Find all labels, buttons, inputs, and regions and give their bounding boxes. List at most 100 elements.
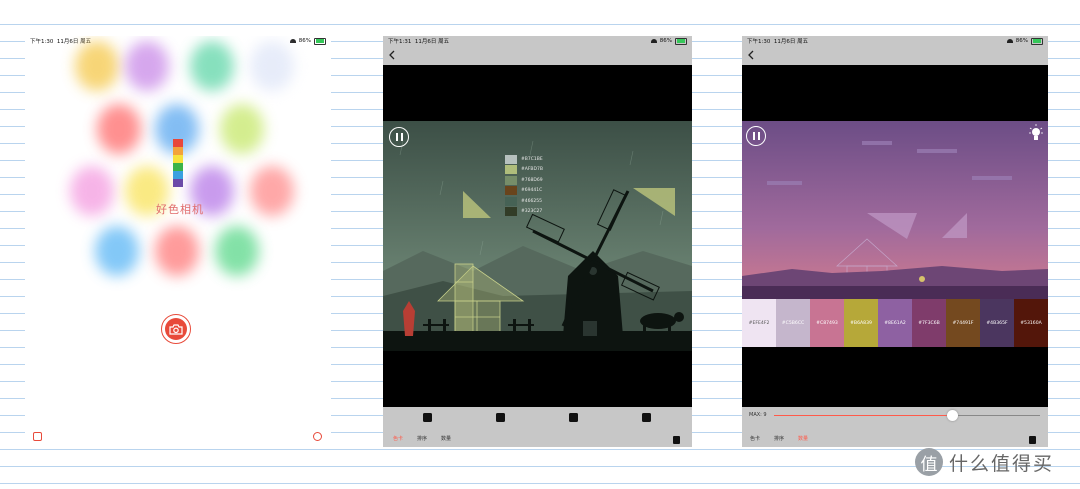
color-blob [155,226,199,276]
battery-icon [1031,37,1043,45]
save-icon[interactable] [1029,436,1036,444]
swatch-hex-label: #466255 [521,198,542,204]
tab-count[interactable]: 数量 [441,435,451,442]
tab-bar: 色卡 排序 数量 [383,435,692,443]
swatch-row: #AFBD7B [505,165,543,175]
purple-scene-image [742,121,1048,299]
app-logo-icon [173,139,183,187]
card-style-4-icon[interactable] [642,413,651,422]
card-style-2-icon[interactable] [496,413,505,422]
bottom-toolbar: 色卡 排序 数量 [383,407,692,447]
nav-bar: 下午1:30 11月6日 周五 86% [742,36,1048,65]
tab-sort[interactable]: 排序 [774,435,784,442]
swatch-color [505,196,517,206]
phone-screen-colorcard: 下午1:31 11月6日 周五 86% #B7C1BE #AFBD7B #768… [383,36,692,447]
pause-icon[interactable] [389,127,409,147]
swatch-hex-label: #323C27 [521,209,543,214]
max-count-label: MAX: 9 [749,412,767,418]
status-bar: 下午1:31 11月6日 周五 86% [383,36,692,46]
logo-bar [173,163,183,171]
logo-bar [173,179,183,187]
nav-bar: 下午1:31 11月6日 周五 86% [383,36,692,65]
palette-color[interactable]: #8E61A2 [878,299,912,347]
battery-icon [675,37,687,45]
swatch-color [505,186,517,195]
wifi-icon [289,39,296,43]
wifi-icon [1006,39,1013,43]
palette-color[interactable]: #74491F [946,299,980,347]
swatch-hex-label: #B7C1BE [521,156,543,162]
status-time: 下午1:30 [747,39,771,45]
card-style-3-icon[interactable] [569,413,578,422]
photo-preview: #B7C1BE #AFBD7B #768D69 #69441C #466255 #323C… [383,121,692,351]
tab-count[interactable]: 数量 [798,435,808,442]
app-name: 好色相机 [156,203,204,216]
status-time: 下午1:31 [388,39,412,45]
slider-fill [774,415,953,416]
tab-bar: 色卡 排序 数量 [742,435,1048,443]
color-blob [125,41,169,91]
color-blob [250,41,294,91]
swatch-color [505,165,517,174]
palette-color[interactable]: #53160A [1014,299,1048,347]
status-date: 11月6日 周五 [414,39,450,45]
color-swatch-list: #B7C1BE #AFBD7B #768D69 #69441C #466255 #323C… [505,154,543,217]
color-blob [250,166,294,216]
status-time: 下午1:30 [30,39,54,45]
photo-preview [742,121,1048,299]
save-icon[interactable] [673,436,680,444]
swatch-row: #323C27 [505,207,543,217]
status-bar: 下午1:30 11月6日 周五 86% [742,36,1048,46]
swatch-hex-label: #69441C [521,188,543,193]
tab-color-card[interactable]: 色卡 [750,435,760,442]
count-slider[interactable] [774,410,1040,421]
swatch-hex-label: #768D69 [521,177,543,183]
palette-color[interactable]: #EFE4F2 [742,299,776,347]
back-icon[interactable] [388,50,396,60]
battery-percent: 86% [1015,38,1028,44]
watermark-text: 什么值得买 [949,452,1055,475]
swatch-row: #466255 [505,196,543,206]
status-bar: 下午1:30 11月6日 周五 86% [25,36,331,46]
swatch-row: #768D69 [505,175,543,185]
palette-color[interactable]: #B6A839 [844,299,878,347]
color-blob [220,104,264,154]
color-blob [70,166,114,216]
status-date: 11月6日 周五 [773,39,809,45]
wifi-icon [650,39,657,43]
color-blob [95,226,139,276]
watermark-logo-icon: 值 [915,448,943,476]
color-palette: #EFE4F2 #C5B6CC #C87493 #B6A839 #8E61A2 #7F3C… [742,299,1048,347]
swatch-color [505,207,517,216]
logo-bar [173,139,183,147]
swatch-hex-label: #AFBD7B [521,167,543,172]
logo-bar [173,155,183,163]
color-blob [215,226,259,276]
camera-icon [165,318,187,340]
pause-icon[interactable] [746,126,766,146]
camera-button[interactable] [161,314,191,344]
palette-color[interactable]: #4B365F [980,299,1014,347]
swatch-color [505,175,517,185]
swatch-row: #69441C [505,186,543,196]
palette-color[interactable]: #7F3C6B [912,299,946,347]
lightbulb-icon[interactable] [1029,124,1043,144]
color-blob [97,104,141,154]
tab-sort[interactable]: 排序 [417,435,427,442]
palette-color[interactable]: #C87493 [810,299,844,347]
phone-screen-home: 下午1:30 11月6日 周五 86% 好色相机 [25,36,331,446]
logo-bar [173,147,183,155]
slider-thumb[interactable] [947,410,959,421]
battery-icon [314,37,326,45]
battery-percent: 86% [298,38,311,44]
color-blob [190,41,234,91]
gallery-icon[interactable] [33,432,42,441]
card-style-1-icon[interactable] [423,413,432,422]
settings-icon[interactable] [313,432,322,441]
phone-screen-palette: 下午1:30 11月6日 周五 86% #EFE4F2 #C5B6CC #C87… [742,36,1048,447]
tab-color-card[interactable]: 色卡 [393,435,403,442]
color-blob [75,41,119,91]
swatch-color [505,154,517,164]
back-icon[interactable] [747,50,755,60]
palette-color[interactable]: #C5B6CC [776,299,810,347]
